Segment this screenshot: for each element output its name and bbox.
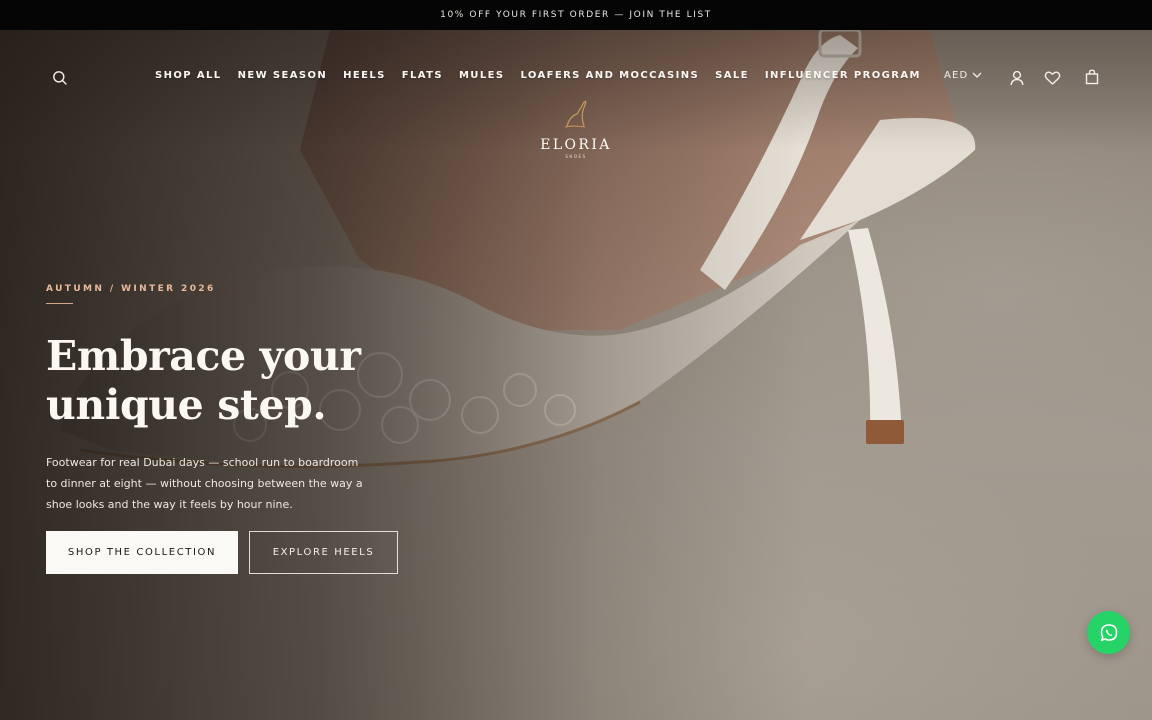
hero-content: AUTUMN / WINTER 2026 Embrace your unique… xyxy=(46,284,446,574)
hero-section: SHOP ALL NEW SEASON HEELS FLATS MULES LO… xyxy=(0,30,1152,720)
nav-new-season[interactable]: NEW SEASON xyxy=(238,70,328,81)
shop-the-collection-button[interactable]: SHOP THE COLLECTION xyxy=(46,531,238,574)
high-heel-logo-icon xyxy=(564,100,587,128)
headline-line-1: Embrace your xyxy=(46,332,361,380)
chevron-down-icon xyxy=(973,72,982,78)
hero-headline: Embrace your unique step. xyxy=(46,332,446,430)
search-icon[interactable] xyxy=(50,68,70,88)
nav-mules[interactable]: MULES xyxy=(459,70,504,81)
main-header: SHOP ALL NEW SEASON HEELS FLATS MULES LO… xyxy=(0,30,1152,159)
brand-tagline: SHOES xyxy=(565,154,587,159)
primary-nav: SHOP ALL NEW SEASON HEELS FLATS MULES LO… xyxy=(155,70,921,81)
headline-line-2: unique step. xyxy=(46,381,327,429)
whatsapp-chat-button[interactable] xyxy=(1087,611,1130,654)
hero-cta-group: SHOP THE COLLECTION EXPLORE HEELS xyxy=(46,531,446,574)
nav-flats[interactable]: FLATS xyxy=(402,70,443,81)
whatsapp-icon xyxy=(1100,623,1117,641)
eyebrow-divider xyxy=(46,303,73,304)
announcement-text[interactable]: 10% OFF YOUR FIRST ORDER — JOIN THE LIST xyxy=(440,10,712,20)
currency-selector[interactable]: AED xyxy=(944,70,982,81)
wishlist-heart-icon[interactable] xyxy=(1042,68,1062,88)
announcement-bar[interactable]: 10% OFF YOUR FIRST ORDER — JOIN THE LIST xyxy=(0,0,1152,30)
brand-name: ELORIA xyxy=(540,137,612,153)
nav-sale[interactable]: SALE xyxy=(715,70,749,81)
explore-heels-button[interactable]: EXPLORE HEELS xyxy=(249,531,398,574)
brand-logo[interactable]: ELORIA SHOES xyxy=(526,98,626,159)
account-icon[interactable] xyxy=(1007,68,1027,88)
nav-loafers-and-moccasins[interactable]: LOAFERS AND MOCCASINS xyxy=(520,70,699,81)
shopping-bag-icon[interactable] xyxy=(1082,67,1102,87)
nav-heels[interactable]: HEELS xyxy=(343,70,386,81)
hero-description: Footwear for real Dubai days — school ru… xyxy=(46,456,363,511)
collection-eyebrow: AUTUMN / WINTER 2026 xyxy=(46,284,216,294)
nav-influencer-program[interactable]: INFLUENCER PROGRAM xyxy=(765,70,921,81)
nav-shop-all[interactable]: SHOP ALL xyxy=(155,70,222,81)
currency-label: AED xyxy=(944,70,969,81)
